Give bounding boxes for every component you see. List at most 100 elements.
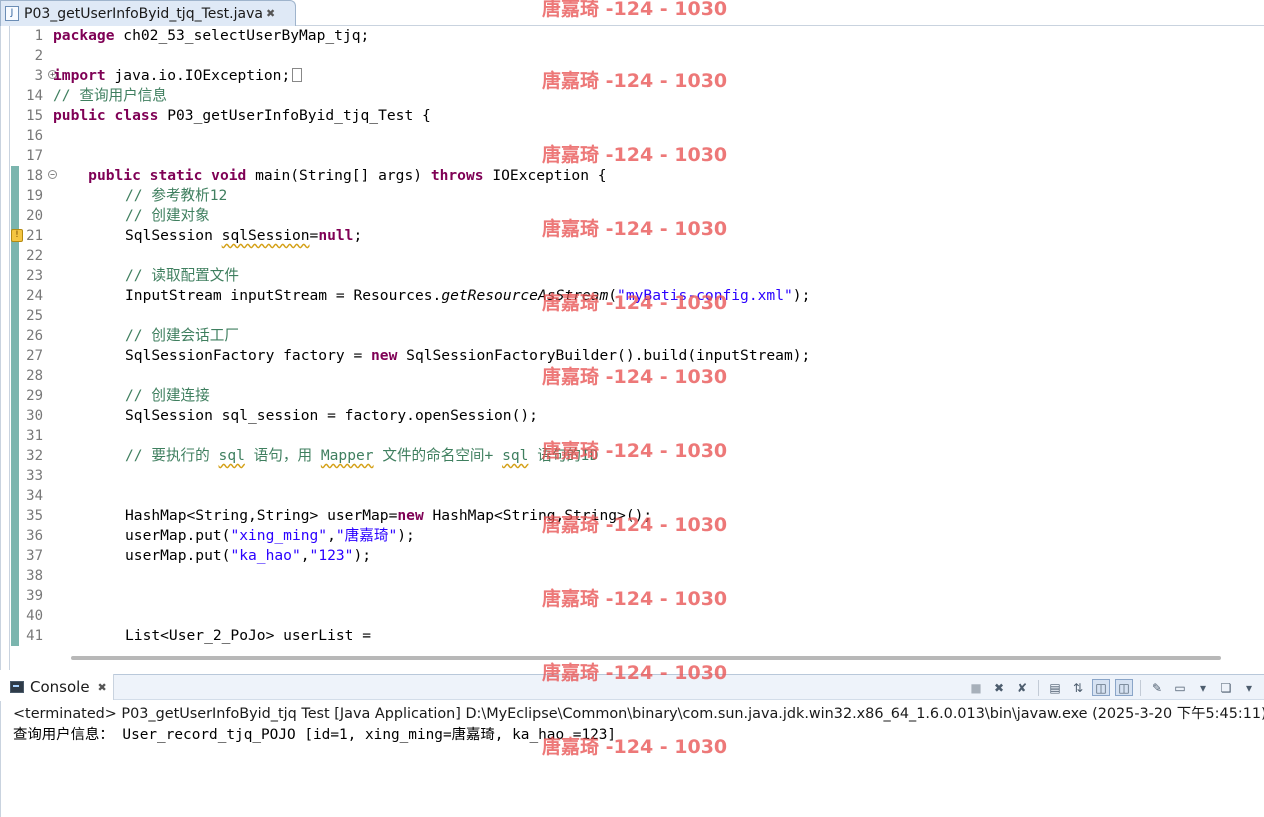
line-number-text: 16 [26, 128, 43, 144]
editor-left-rule [9, 26, 10, 670]
line-number-text: 28 [26, 368, 43, 384]
line-number: 37 [19, 546, 49, 566]
string-literal: "ka_hao" [230, 547, 301, 564]
line-number-text: 27 [26, 348, 43, 364]
close-icon[interactable]: ✖ [98, 681, 107, 694]
clear-console-icon[interactable]: ▤ [1046, 679, 1064, 696]
line-number: 41 [19, 626, 49, 646]
string-literal: "唐嘉琦" [335, 527, 398, 544]
code-line-18: public static void main(String[] args) t… [53, 166, 1253, 186]
show-on-stderr-icon[interactable]: ◫ [1115, 679, 1133, 696]
warning-marker-icon[interactable]: ! [11, 229, 23, 242]
pin-console-icon[interactable]: ✎ [1148, 679, 1166, 696]
open-console-icon[interactable]: ❏ [1217, 679, 1235, 696]
code-line-27: SqlSessionFactory factory = new SqlSessi… [53, 346, 1253, 366]
line-number-text: 26 [26, 328, 43, 344]
keyword: new [397, 507, 424, 524]
code-text: HashMap<String,String> userMap= [125, 507, 398, 524]
line-number: 2 [19, 46, 49, 66]
code-text: P03_getUserInfoByid_tjq_Test { [158, 107, 431, 124]
chevron-down-icon[interactable]: ▾ [1194, 679, 1212, 696]
keyword: new [371, 347, 398, 364]
comment-text: // 要执行的 [125, 447, 219, 464]
remove-all-terminated-icon[interactable]: ✘ [1013, 679, 1031, 696]
code-text: ch02_53_selectUserByMap_tjq; [114, 27, 370, 44]
code-text: java.io.IOException; [105, 67, 291, 84]
java-file-icon: J [5, 6, 19, 21]
static-method-call: getResourceAsStream [441, 287, 609, 304]
spelling-underlined-word: sql [502, 447, 529, 464]
code-text: = [309, 227, 319, 244]
spelling-underlined-word: Mapper [320, 447, 374, 464]
line-number-text: 34 [26, 488, 43, 504]
line-number: 1 [19, 26, 49, 46]
line-number: 23 [19, 266, 49, 286]
line-number: 17 [19, 146, 49, 166]
console-tab-label: Console [30, 678, 90, 696]
horizontal-scrollbar[interactable] [71, 656, 1221, 660]
code-text: ( [608, 287, 618, 304]
code-text: , [300, 547, 310, 564]
comment-text: 语句，用 [244, 447, 321, 464]
console-icon [10, 681, 24, 693]
java-editor[interactable]: 1 2 +3 14 15 16 17−18 19 20! 21 22 23 24 25 26 27 28 29 30… [0, 26, 1264, 670]
code-text: ; [353, 227, 363, 244]
code-text: , [327, 527, 336, 544]
keyword: public class [53, 107, 159, 124]
line-number: 29 [19, 386, 49, 406]
line-number-text: 32 [26, 448, 43, 464]
code-line-20: // 创建对象 [125, 207, 210, 224]
line-number-text: 2 [34, 48, 43, 64]
chevron-down-icon[interactable]: ▾ [1240, 679, 1258, 696]
line-number-text: 38 [26, 568, 43, 584]
remove-launch-icon[interactable]: ✖ [990, 679, 1008, 696]
display-selected-console-icon[interactable]: ▭ [1171, 679, 1189, 696]
string-literal: "xing_ming" [230, 527, 328, 544]
code-line-35: HashMap<String,String> userMap=new HashM… [53, 506, 1253, 526]
line-number: 31 [19, 426, 49, 446]
line-number: 25 [19, 306, 49, 326]
keyword: import [53, 67, 106, 84]
line-number: 16 [19, 126, 49, 146]
editor-tab-label: P03_getUserInfoByid_tjq_Test.java [24, 5, 263, 22]
close-icon[interactable]: ✖ [266, 7, 275, 20]
code-text: SqlSessionFactoryBuilder().build(inputSt… [397, 347, 811, 364]
keyword: null [318, 227, 354, 244]
console-view-header: Console ✖ ■ ✖ ✘ ▤ ⇅ ◫ ◫ ✎ ▭ ▾ ❏ ▾ [0, 674, 1264, 700]
line-number-text: 33 [26, 468, 43, 484]
keyword: public static void [88, 167, 247, 184]
terminate-icon[interactable]: ■ [967, 679, 985, 696]
code-line-36: userMap.put("xing_ming","唐嘉琦"); [53, 526, 1253, 546]
line-number-text: 41 [26, 628, 43, 644]
string-literal: "123" [309, 547, 354, 564]
line-number-text: 25 [26, 308, 43, 324]
code-area[interactable]: package ch02_53_selectUserByMap_tjq; imp… [53, 26, 1253, 646]
code-text: InputStream inputStream = Resources. [125, 287, 442, 304]
code-text: main(String[] args) [246, 167, 431, 184]
folded-imports-box[interactable] [292, 68, 303, 82]
editor-tab-java-file[interactable]: J P03_getUserInfoByid_tjq_Test.java ✖ [0, 0, 296, 26]
spelling-underlined-word: sql [218, 447, 245, 464]
console-toolbar: ■ ✖ ✘ ▤ ⇅ ◫ ◫ ✎ ▭ ▾ ❏ ▾ [967, 679, 1258, 696]
console-output-area[interactable]: <terminated> P03_getUserInfoByid_tjq Tes… [0, 701, 1264, 817]
code-text: IOException { [483, 167, 607, 184]
editor-tab-bar: J P03_getUserInfoByid_tjq_Test.java ✖ [0, 0, 1264, 26]
code-line-3: import java.io.IOException; [53, 66, 1253, 86]
scroll-lock-icon[interactable]: ⇅ [1069, 679, 1087, 696]
line-number: 22 [19, 246, 49, 266]
show-on-stdout-icon[interactable]: ◫ [1092, 679, 1110, 696]
line-number-text: 31 [26, 428, 43, 444]
tab-console[interactable]: Console ✖ [0, 674, 114, 700]
code-text: ); [397, 527, 415, 544]
code-line-24: InputStream inputStream = Resources.getR… [53, 286, 1253, 306]
line-number: ! 21 [11, 226, 49, 246]
terminated-launch-line: <terminated> P03_getUserInfoByid_tjq Tes… [13, 706, 1264, 722]
